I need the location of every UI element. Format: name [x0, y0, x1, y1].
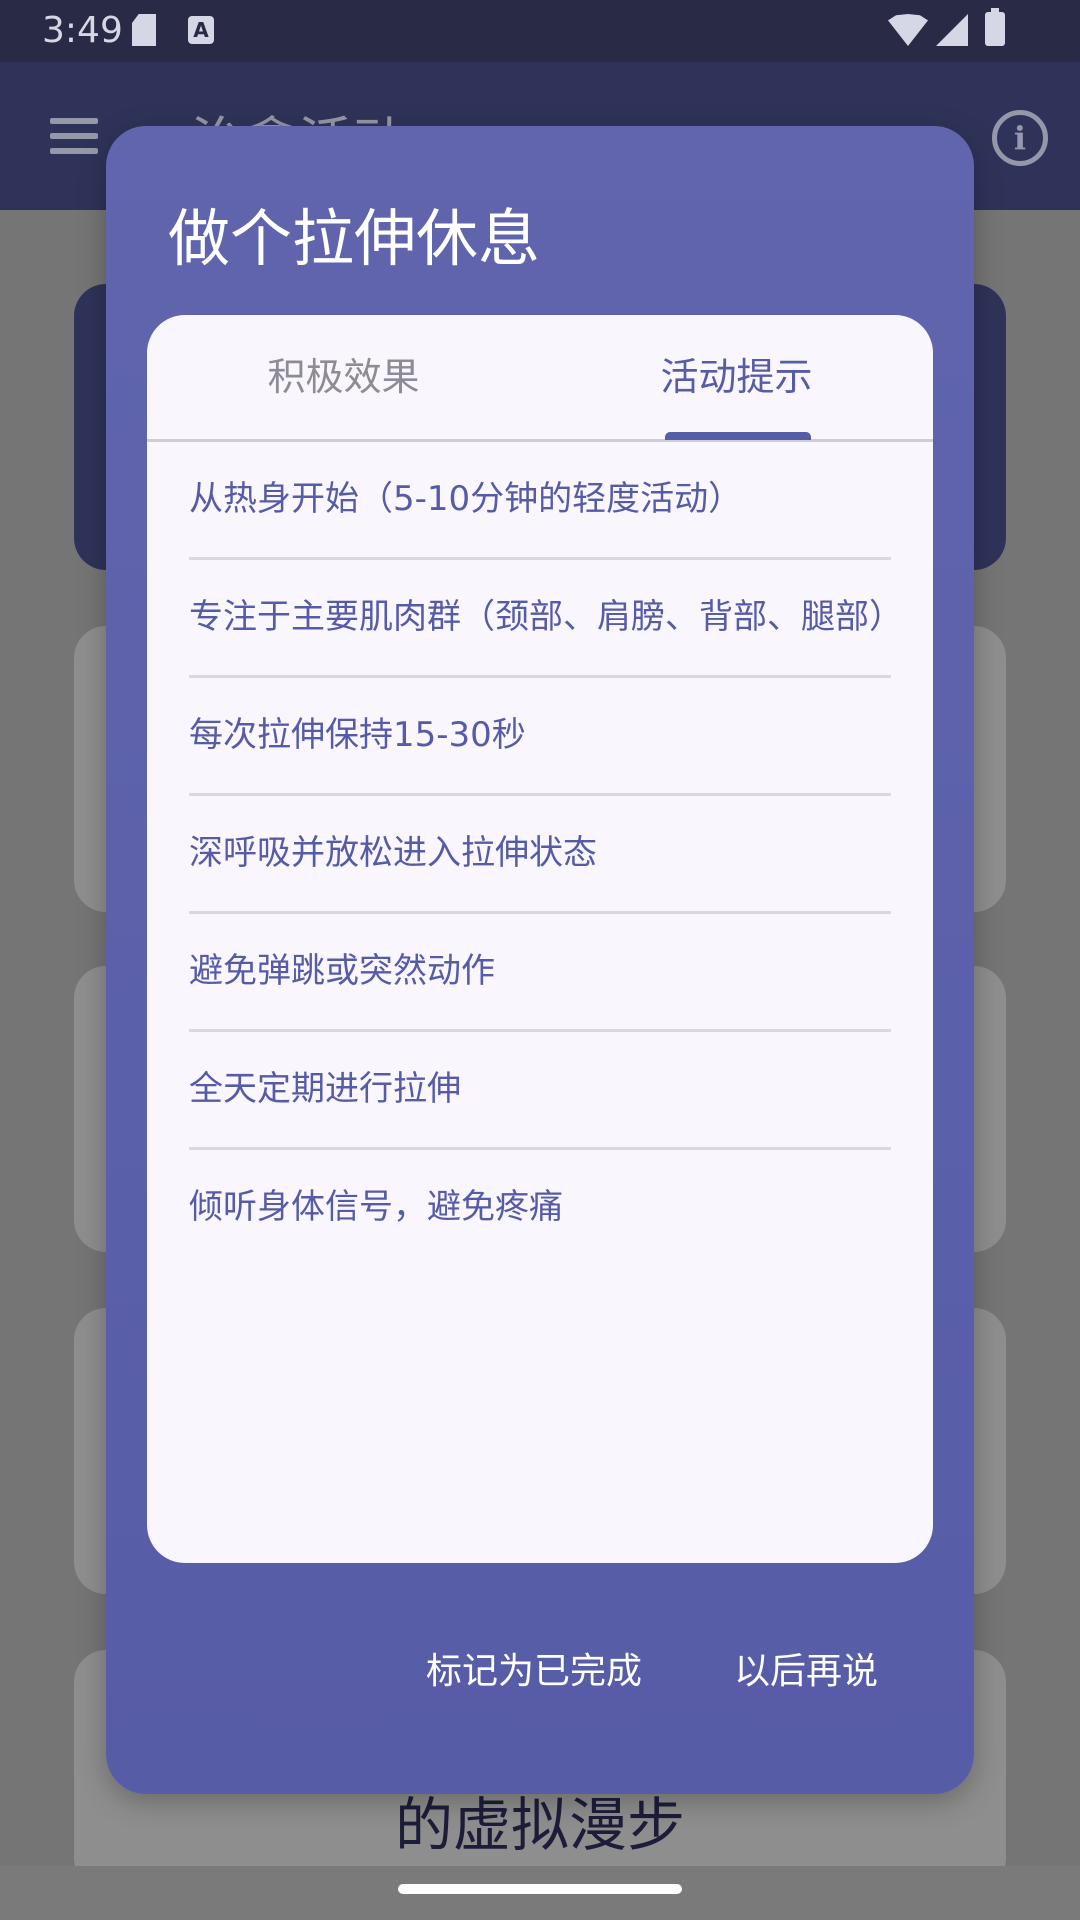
list-item: 避免弹跳或突然动作 [189, 914, 891, 1032]
list-item: 全天定期进行拉伸 [189, 1032, 891, 1150]
later-button[interactable]: 以后再说 [734, 1636, 878, 1708]
list-item: 倾听身体信号，避免疼痛 [189, 1187, 563, 1227]
keyboard-badge-icon: A [188, 16, 214, 44]
tip-list: 从热身开始（5-10分钟的轻度活动） 专注于主要肌肉群（颈部、肩膀、背部、腿部）… [189, 442, 903, 1265]
status-time: 3:49 [42, 10, 123, 51]
battery-icon [985, 8, 1005, 46]
status-bar: 3:49 A [0, 0, 1080, 62]
navigation-bar [0, 1866, 1080, 1920]
stretch-break-dialog: 做个拉伸休息 积极效果 活动提示 从热身开始（5-10分钟的轻度活动） 专注于主… [106, 126, 974, 1794]
mark-done-button[interactable]: 标记为已完成 [426, 1636, 642, 1708]
list-item: 专注于主要肌肉群（颈部、肩膀、背部、腿部） [189, 560, 903, 678]
list-item: 每次拉伸保持15-30秒 [189, 678, 891, 796]
menu-icon[interactable] [50, 118, 98, 154]
cell-signal-icon [936, 14, 968, 46]
info-icon[interactable]: i [992, 110, 1048, 166]
list-item: 深呼吸并放松进入拉伸状态 [189, 796, 891, 914]
sd-card-icon [132, 14, 156, 46]
tab-activity-tips[interactable]: 活动提示 [540, 315, 933, 439]
tab-bar: 积极效果 活动提示 [147, 315, 933, 442]
tab-indicator [665, 432, 811, 440]
tab-positive-effects[interactable]: 积极效果 [147, 315, 540, 439]
home-indicator[interactable] [398, 1884, 682, 1894]
list-item: 从热身开始（5-10分钟的轻度活动） [189, 442, 891, 560]
dialog-content-card: 积极效果 活动提示 从热身开始（5-10分钟的轻度活动） 专注于主要肌肉群（颈部… [147, 315, 933, 1563]
dialog-actions: 标记为已完成 以后再说 [106, 1636, 974, 1708]
dialog-title: 做个拉伸休息 [168, 202, 541, 275]
wifi-icon [888, 14, 928, 46]
